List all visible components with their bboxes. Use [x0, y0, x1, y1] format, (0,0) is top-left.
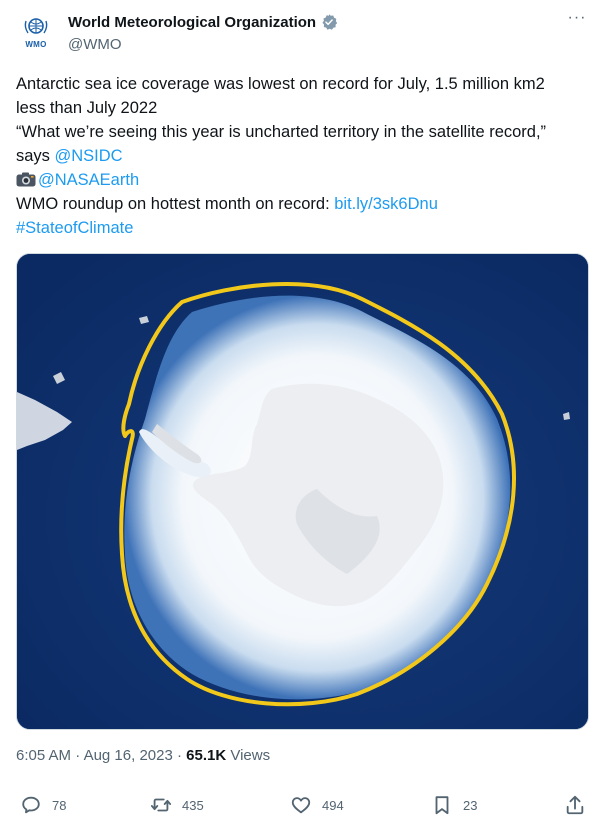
tweet-line-1: Antarctic sea ice coverage was lowest on… — [16, 75, 545, 93]
camera-icon — [16, 172, 36, 187]
mention-nasaearth[interactable]: @NASAEarth — [38, 171, 139, 189]
tweet-media-image[interactable] — [16, 253, 589, 730]
bookmark-icon — [435, 796, 449, 815]
tweet-date[interactable]: Aug 16, 2023 — [84, 747, 173, 764]
tweet-time[interactable]: 6:05 AM — [16, 747, 71, 764]
tweet-line-6: WMO roundup on hottest month on record: … — [16, 192, 589, 216]
wmo-logo-icon — [24, 18, 48, 34]
repost-icon — [150, 798, 172, 812]
handle[interactable]: @WMO — [68, 36, 338, 53]
heart-icon — [291, 797, 311, 814]
display-name-row: World Meteorological Organization — [68, 12, 338, 32]
tweet-line-7: #StateofClimate — [16, 216, 589, 240]
mention-nsidc[interactable]: @NSIDC — [55, 147, 123, 165]
avatar-label: WMO — [25, 40, 47, 49]
tweet-line-2: less than July 2022 — [16, 99, 158, 117]
views-label: Views — [230, 747, 271, 764]
avatar[interactable]: WMO — [16, 12, 56, 52]
views-count: 65.1K — [186, 747, 227, 764]
repost-button[interactable]: 435 — [150, 790, 204, 820]
more-icon[interactable]: ··· — [565, 10, 589, 32]
reply-button[interactable]: 78 — [20, 790, 66, 820]
tweet-header: WMO World Meteorological Organization @W… — [16, 10, 589, 60]
verified-badge-icon — [322, 14, 338, 30]
tweet-line-3: “What we’re seeing this year is uncharte… — [16, 123, 547, 141]
share-icon — [566, 795, 584, 815]
says-prefix: says — [16, 147, 55, 165]
author-names: World Meteorological Organization @WMO — [68, 12, 338, 53]
meta-separator: · — [75, 747, 81, 764]
antarctic-sea-ice-map — [17, 254, 588, 729]
bookmark-count: 23 — [463, 797, 478, 813]
share-button[interactable] — [564, 790, 586, 820]
display-name[interactable]: World Meteorological Organization — [68, 14, 316, 31]
reply-icon — [22, 796, 40, 814]
like-button[interactable]: 494 — [290, 790, 344, 820]
tweet-meta: 6:05 AM · Aug 16, 2023 · 65.1K Views — [16, 747, 270, 764]
bookmark-button[interactable]: 23 — [431, 790, 477, 820]
tweet-line-4: says @NSIDC — [16, 144, 589, 168]
meta-separator: · — [176, 747, 182, 764]
tweet-text: Antarctic sea ice coverage was lowest on… — [16, 72, 589, 240]
roundup-link[interactable]: bit.ly/3sk6Dnu — [334, 195, 438, 213]
repost-count: 435 — [182, 797, 204, 813]
tweet-line-5: @NASAEarth — [16, 168, 589, 192]
tweet-actions: 78 435 494 23 — [16, 790, 589, 820]
roundup-text: WMO roundup on hottest month on record: — [16, 195, 335, 213]
reply-count: 78 — [52, 797, 67, 813]
like-count: 494 — [322, 797, 344, 813]
hashtag-stateofclimate[interactable]: #StateofClimate — [16, 219, 133, 237]
